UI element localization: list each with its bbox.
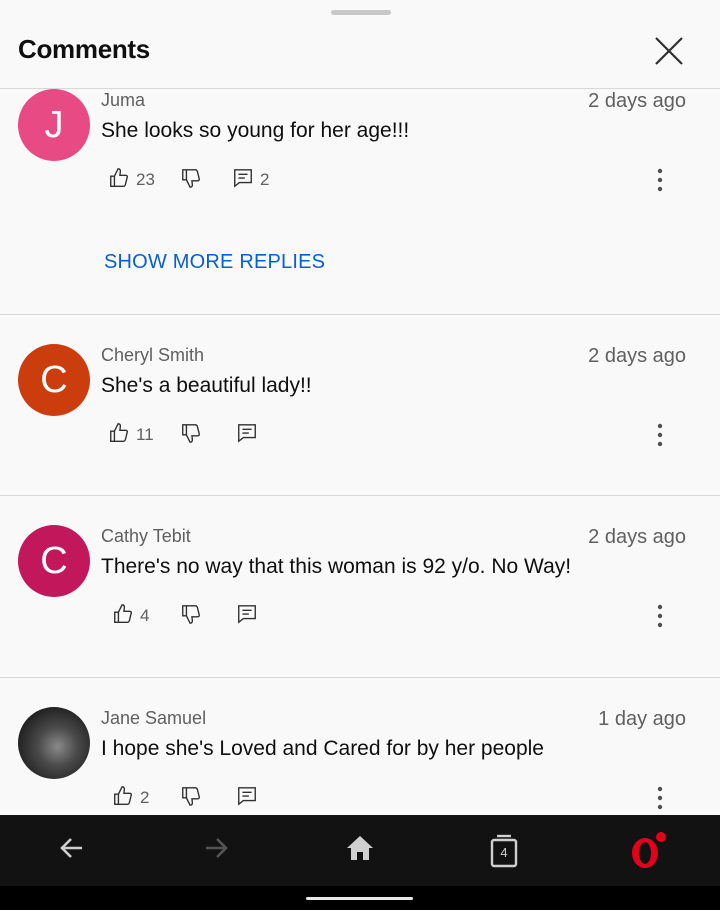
home-icon (345, 833, 375, 868)
like-count: 2 (140, 788, 150, 807)
thumbs-up-icon (108, 422, 130, 449)
thumbs-up-icon (108, 167, 130, 194)
home-gesture-handle[interactable] (306, 897, 413, 900)
more-options-icon[interactable] (650, 785, 670, 811)
show-more-replies-button[interactable]: SHOW MORE REPLIES (104, 251, 325, 274)
comment-time: 2 days ago (588, 90, 686, 112)
avatar[interactable]: C (18, 525, 90, 597)
browser-bottom-bar: 4 (0, 815, 720, 886)
thumbs-up-icon (112, 785, 134, 812)
thumbs-down-icon (180, 785, 202, 812)
thumbs-down-icon (180, 167, 202, 194)
like-button[interactable]: 11 (108, 422, 154, 448)
opera-menu-button[interactable] (608, 815, 688, 886)
comment-author[interactable]: Cathy Tebit (101, 526, 191, 547)
reply-button[interactable] (236, 785, 258, 811)
thumbs-up-icon (112, 603, 134, 630)
reply-icon (236, 785, 258, 812)
close-icon[interactable] (650, 32, 688, 70)
reply-icon (232, 167, 254, 194)
more-options-icon[interactable] (650, 167, 670, 193)
back-button[interactable] (32, 815, 112, 886)
avatar[interactable] (18, 707, 90, 779)
page-title: Comments (18, 34, 150, 64)
comment-time: 2 days ago (588, 526, 686, 548)
avatar[interactable]: J (18, 89, 90, 161)
comment-time: 2 days ago (588, 345, 686, 367)
avatar-letter: C (40, 540, 68, 582)
divider (0, 495, 720, 496)
reply-button[interactable] (236, 603, 258, 629)
arrow-right-icon (202, 834, 230, 867)
tabs-count: 4 (500, 844, 508, 860)
avatar[interactable]: C (18, 344, 90, 416)
comment-text: I hope she's Loved and Cared for by her … (101, 737, 544, 760)
reply-button[interactable] (236, 422, 258, 448)
comment-text: She's a beautiful lady!! (101, 374, 312, 397)
drag-handle[interactable] (331, 10, 391, 15)
like-count: 23 (136, 170, 155, 189)
like-count: 4 (140, 606, 150, 625)
reply-count: 2 (260, 170, 270, 189)
thumbs-down-icon (180, 603, 202, 630)
divider (0, 314, 720, 315)
avatar-letter: J (44, 104, 64, 146)
like-button[interactable]: 2 (112, 785, 149, 811)
opera-logo-icon (628, 831, 668, 871)
forward-button[interactable] (176, 815, 256, 886)
tabs-icon: 4 (490, 834, 518, 868)
more-options-icon[interactable] (650, 422, 670, 448)
dislike-button[interactable] (180, 785, 202, 811)
reply-icon (236, 603, 258, 630)
dislike-button[interactable] (180, 167, 202, 193)
comment-author[interactable]: Jane Samuel (101, 708, 206, 729)
home-button[interactable] (320, 815, 400, 886)
dislike-button[interactable] (180, 603, 202, 629)
divider (0, 677, 720, 678)
like-button[interactable]: 4 (112, 603, 149, 629)
like-button[interactable]: 23 (108, 167, 155, 193)
more-options-icon[interactable] (650, 603, 670, 629)
comments-header: Comments (0, 0, 720, 89)
comment-time: 1 day ago (598, 708, 686, 730)
arrow-left-icon (58, 834, 86, 867)
avatar-letter: C (40, 359, 68, 401)
thumbs-down-icon (180, 422, 202, 449)
comment-text: There's no way that this woman is 92 y/o… (101, 555, 572, 578)
tabs-button[interactable]: 4 (464, 815, 544, 886)
reply-icon (236, 422, 258, 449)
reply-button[interactable]: 2 (232, 167, 269, 193)
comment-author[interactable]: Juma (101, 90, 145, 111)
comment-author[interactable]: Cheryl Smith (101, 345, 204, 366)
like-count: 11 (136, 425, 154, 444)
comment-text: She looks so young for her age!!! (101, 119, 410, 142)
dislike-button[interactable] (180, 422, 202, 448)
system-nav-bar (0, 886, 720, 910)
